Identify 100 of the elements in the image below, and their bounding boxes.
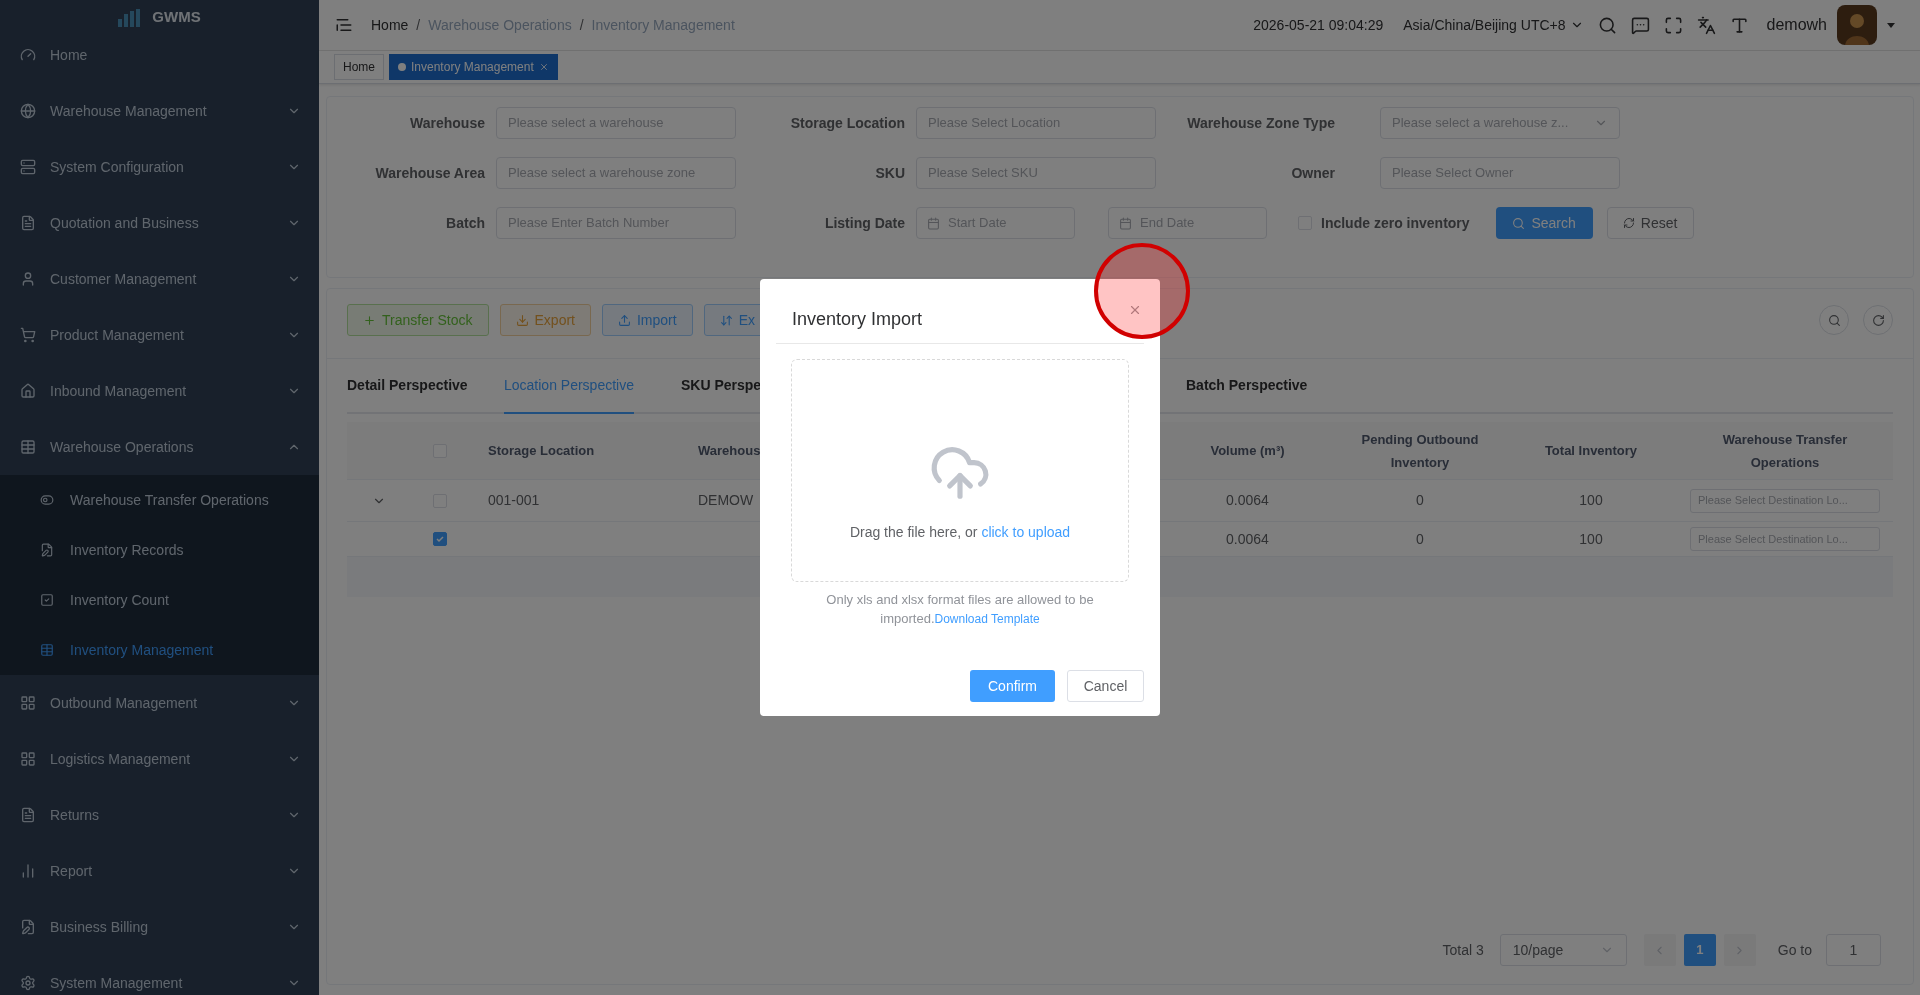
sidebar-item[interactable]: Product Management <box>0 307 319 363</box>
sidebar-item[interactable]: Business Billing <box>0 899 319 955</box>
fullscreen-icon[interactable] <box>1663 15 1683 35</box>
cart-icon <box>20 327 36 343</box>
confirm-button[interactable]: Confirm <box>970 670 1055 702</box>
column-header: Pending Outbound Inventory <box>1360 430 1480 472</box>
table-icon <box>20 439 36 455</box>
sidebar-item[interactable]: Customer Management <box>0 251 319 307</box>
document-icon <box>20 807 36 823</box>
column-header: Warehouse Transfer Operations <box>1721 430 1849 472</box>
edit-icon <box>40 543 54 557</box>
table-cell-text: 0 <box>1415 491 1425 510</box>
breadcrumb-item[interactable]: Home <box>371 14 409 36</box>
submenu-item[interactable]: Inventory Count <box>0 575 319 625</box>
upload-link[interactable]: click to upload <box>981 524 1071 540</box>
reset-button[interactable]: Reset <box>1606 207 1694 239</box>
checkbox-icon <box>40 593 54 607</box>
sidebar-item[interactable]: Home <box>0 27 319 83</box>
goto-field[interactable]: 1 <box>1826 934 1881 966</box>
breadcrumb-separator: / <box>416 15 421 35</box>
table-icon <box>40 643 54 657</box>
download-icon <box>515 313 529 327</box>
search-icon <box>1827 313 1841 327</box>
search-button[interactable]: Search <box>1495 207 1593 239</box>
sidebar-item[interactable]: Logistics Management <box>0 731 319 787</box>
person-icon <box>20 271 36 287</box>
logo-icon <box>118 8 141 27</box>
toggle-icon <box>40 493 54 507</box>
table-cell-text: 0 <box>1415 529 1425 549</box>
sidebar-item[interactable]: Inbound Management <box>0 363 319 419</box>
close-icon[interactable] <box>538 62 549 72</box>
goto-label: Go to <box>1777 940 1812 960</box>
download-template-link[interactable]: Download Template <box>934 612 1040 626</box>
page-tag[interactable]: Inventory Management <box>389 54 558 80</box>
tab[interactable]: SKU Perspe <box>681 375 762 414</box>
submenu-item[interactable]: Inventory Management <box>0 625 319 675</box>
table-cell-text: 001-001 <box>487 491 541 510</box>
caret-icon[interactable] <box>1887 22 1895 28</box>
user-name[interactable]: demowh <box>1766 13 1827 37</box>
tag-label: Inventory Management <box>411 59 534 76</box>
field-label: Listing Date <box>823 213 906 233</box>
tag-label: Home <box>343 59 375 76</box>
translate-icon[interactable] <box>1696 15 1716 35</box>
tab[interactable]: Location Perspective <box>504 375 634 414</box>
search-icon <box>1512 216 1526 230</box>
cancel-button[interactable]: Cancel <box>1067 670 1144 702</box>
chat-icon[interactable] <box>1630 15 1650 35</box>
plus-icon <box>363 313 376 327</box>
field-label: Owner <box>1290 163 1336 183</box>
sidebar-item[interactable]: Warehouse Operations <box>0 419 319 475</box>
calendar-icon <box>1119 216 1132 230</box>
tab[interactable]: Batch Perspective <box>1186 375 1308 414</box>
submenu-item[interactable]: Inventory Records <box>0 525 319 575</box>
toolbar-button[interactable]: Export <box>499 304 591 336</box>
table-cell-text: 100 <box>1578 491 1604 510</box>
breadcrumb-separator: / <box>579 15 584 35</box>
column-header: Warehous <box>697 441 762 460</box>
table-cell-text: DEMOW <box>697 491 755 510</box>
toolbar-button[interactable]: Transfer Stock <box>347 304 489 336</box>
search-icon[interactable] <box>1597 15 1617 35</box>
globe-icon <box>20 103 36 119</box>
timezone-select[interactable]: Asia/China/Beijing UTC+8 <box>1403 14 1584 36</box>
tab[interactable]: Detail Perspective <box>347 375 468 414</box>
sidebar-item[interactable]: Outbound Management <box>0 675 319 731</box>
sidebar-item[interactable]: System Configuration <box>0 139 319 195</box>
sidebar-item[interactable]: Quotation and Business <box>0 195 319 251</box>
table-cell-text: 0.0064 <box>1225 491 1270 510</box>
column-header: Storage Location <box>487 441 596 460</box>
upload-dropzone[interactable]: Drag the file here, or click to upload <box>791 359 1129 582</box>
field-label: Batch <box>445 213 486 233</box>
menu-icon[interactable] <box>335 16 353 34</box>
sidebar-item[interactable]: Report <box>0 843 319 899</box>
total-count: Total 3 <box>1442 940 1484 960</box>
grid-icon <box>20 695 36 711</box>
column-header: Total Inventory <box>1543 442 1639 460</box>
checkbox[interactable] <box>433 532 447 546</box>
refresh-icon <box>1622 217 1635 229</box>
table-cell-text: 100 <box>1578 529 1604 549</box>
sort-arrows-icon <box>719 313 733 327</box>
logo-text: GWMS <box>152 7 201 28</box>
font-size-icon[interactable] <box>1729 15 1749 35</box>
upload-icon <box>618 313 631 327</box>
server-icon <box>20 159 36 175</box>
upload-instruction: Drag the file here, or click to upload <box>849 523 1071 542</box>
submenu-item[interactable]: Warehouse Transfer Operations <box>0 475 319 525</box>
sidebar-item[interactable]: System Management <box>0 955 319 995</box>
gear-icon <box>20 975 36 991</box>
page-size-select[interactable]: 10/page <box>1499 934 1627 966</box>
house-icon <box>20 383 36 399</box>
toolbar-button[interactable]: Import <box>602 304 693 336</box>
page-tag[interactable]: Home <box>334 54 384 80</box>
sidebar-item[interactable]: Returns <box>0 787 319 843</box>
avatar[interactable] <box>1837 5 1877 45</box>
close-icon[interactable] <box>1128 303 1142 317</box>
page-button[interactable]: 1 <box>1683 934 1716 966</box>
datetime-text: 2026-05-21 09:04:29 <box>1253 15 1384 35</box>
calendar-icon <box>927 216 940 230</box>
field-label: Storage Location <box>789 113 906 133</box>
grid-icon <box>20 751 36 767</box>
sidebar-item[interactable]: Warehouse Management <box>0 83 319 139</box>
